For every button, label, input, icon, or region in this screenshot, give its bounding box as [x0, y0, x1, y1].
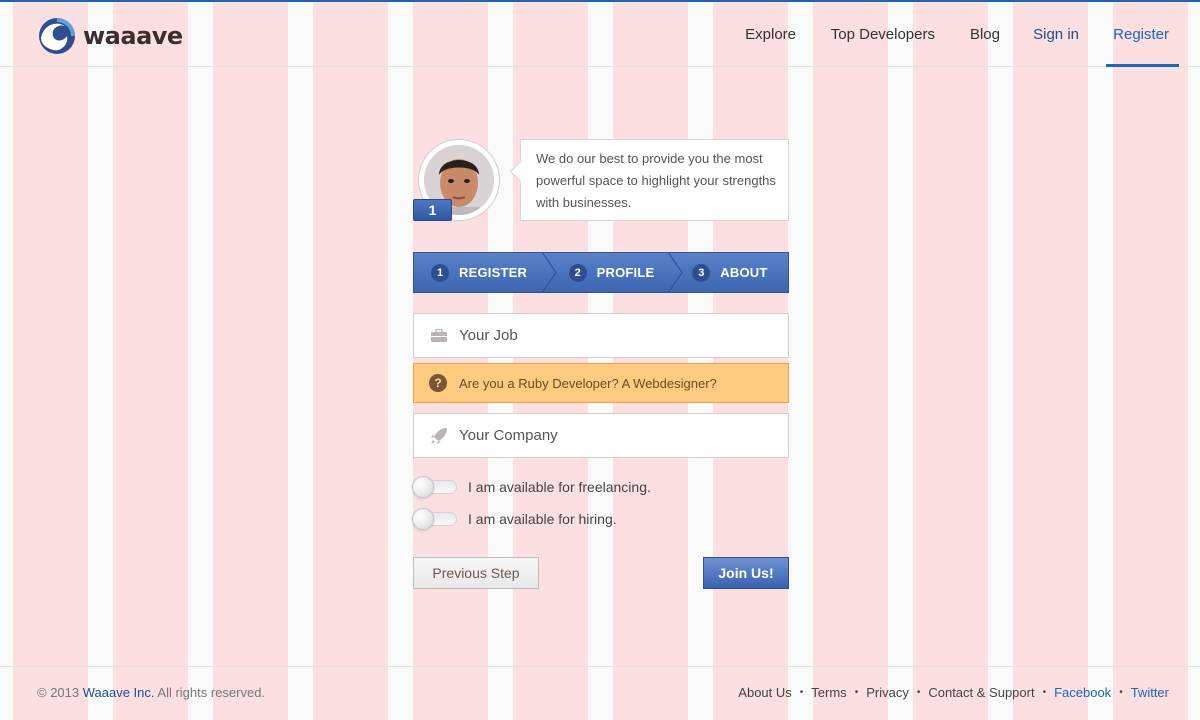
logo[interactable]: waaave	[37, 16, 183, 56]
briefcase-icon	[429, 326, 449, 346]
step-label: REGISTER	[459, 265, 528, 280]
footer-link-terms[interactable]: Terms	[811, 685, 846, 700]
progress-steps: 1 REGISTER 2 PROFILE 3 ABOUT	[413, 252, 789, 293]
hiring-toggle[interactable]	[412, 508, 457, 530]
join-button[interactable]: Join Us!	[703, 557, 789, 589]
logo-text: waaave	[83, 22, 183, 50]
company-field[interactable]	[413, 413, 789, 458]
wave-logo-icon	[39, 18, 75, 54]
previous-step-button[interactable]: Previous Step	[413, 557, 539, 589]
footer-link-twitter[interactable]: Twitter	[1131, 685, 1169, 700]
intro-message-bubble: We do our best to provide you the most p…	[520, 139, 789, 221]
avatar: 1	[413, 139, 500, 221]
copyright: © 2013 Waaave Inc. All rights reserved.	[37, 685, 266, 700]
top-bar: waaave Explore Top Developers Blog Sign …	[0, 2, 1200, 67]
grid-overlay	[0, 0, 1200, 720]
nav-explore[interactable]: Explore	[745, 2, 796, 67]
avatar-badge: 1	[413, 199, 452, 221]
footer-links: About Us • Terms • Privacy • Contact & S…	[738, 685, 1169, 700]
question-icon: ?	[429, 374, 447, 392]
copyright-brand-link[interactable]: Waaave Inc.	[83, 685, 155, 700]
hiring-toggle-row: I am available for hiring.	[412, 508, 617, 530]
job-hint-banner: ? Are you a Ruby Developer? A Webdesigne…	[413, 363, 789, 403]
step-number: 1	[431, 263, 449, 282]
footer-link-privacy[interactable]: Privacy	[866, 685, 909, 700]
nav-blog[interactable]: Blog	[970, 2, 1000, 67]
step-register[interactable]: 1 REGISTER	[414, 253, 557, 292]
company-input[interactable]	[459, 414, 788, 457]
footer: © 2013 Waaave Inc. All rights reserved. …	[0, 666, 1200, 720]
footer-link-contact[interactable]: Contact & Support	[928, 685, 1034, 700]
step-label: PROFILE	[596, 265, 655, 280]
step-about[interactable]: 3 ABOUT	[678, 253, 788, 292]
nav-top-developers[interactable]: Top Developers	[831, 2, 935, 67]
nav-active-indicator	[1106, 64, 1179, 67]
hint-text: Are you a Ruby Developer? A Webdesigner?	[459, 375, 717, 391]
hiring-toggle-label: I am available for hiring.	[468, 511, 617, 527]
freelance-toggle[interactable]	[412, 476, 457, 498]
rocket-icon	[429, 426, 449, 446]
nav-sign-in[interactable]: Sign in	[1033, 2, 1079, 67]
footer-link-facebook[interactable]: Facebook	[1054, 685, 1111, 700]
freelance-toggle-label: I am available for freelancing.	[468, 479, 651, 495]
nav-register[interactable]: Register	[1113, 2, 1169, 67]
step-number: 2	[568, 263, 587, 282]
step-label: ABOUT	[720, 265, 768, 280]
job-field[interactable]	[413, 313, 789, 358]
footer-link-about[interactable]: About Us	[738, 685, 791, 700]
step-profile[interactable]: 2 PROFILE	[552, 253, 684, 292]
freelance-toggle-row: I am available for freelancing.	[412, 476, 651, 498]
step-number: 3	[692, 263, 711, 282]
top-accent-line	[0, 0, 1200, 2]
job-input[interactable]	[459, 314, 788, 357]
